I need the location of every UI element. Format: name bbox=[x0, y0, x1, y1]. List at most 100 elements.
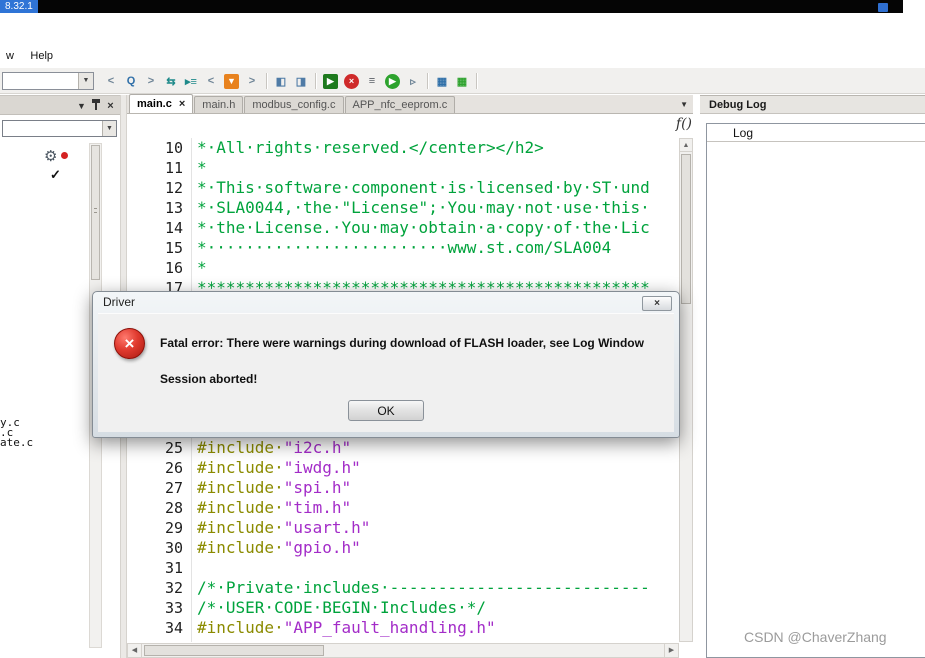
line-number: 10 bbox=[164, 139, 183, 157]
code-token: #include· bbox=[197, 478, 284, 497]
workspace-partial-files: y.c .c ate.c bbox=[0, 418, 86, 448]
code-token: * bbox=[197, 258, 207, 277]
code-line: 28 #include·"tim.h" bbox=[127, 498, 679, 518]
editor-vertical-scrollbar[interactable]: ▲ bbox=[679, 138, 693, 642]
menu-item-partial[interactable]: w bbox=[0, 47, 20, 65]
code-line: 13 *·SLA0044,·the·"License";·You·may·not·… bbox=[127, 198, 679, 218]
chevron-down-icon[interactable]: ▼ bbox=[102, 121, 116, 136]
menu-item-help[interactable]: Help bbox=[24, 47, 59, 65]
tab-label: main.c bbox=[137, 98, 172, 110]
dialog-close-icon[interactable]: × bbox=[642, 296, 672, 311]
tab-list-chevron-icon[interactable]: ▼ bbox=[680, 100, 688, 109]
code-line: 34 #include·"APP_fault_handling.h" bbox=[127, 618, 679, 638]
debug-log-title[interactable]: Debug Log bbox=[700, 95, 925, 114]
next-bookmark-icon[interactable]: > bbox=[243, 72, 261, 90]
board-status-icon[interactable]: ▦ bbox=[453, 72, 471, 90]
ok-button[interactable]: OK bbox=[348, 400, 424, 421]
line-number: 14 bbox=[164, 219, 183, 237]
error-icon: × bbox=[114, 328, 145, 359]
line-number: 16 bbox=[164, 259, 183, 277]
scrollbar-thumb[interactable] bbox=[144, 645, 324, 656]
close-icon[interactable]: × bbox=[104, 99, 117, 112]
scrollbar-thumb[interactable] bbox=[681, 154, 691, 304]
prev-bookmark-icon[interactable]: < bbox=[202, 72, 220, 90]
chevron-down-icon[interactable]: ▼ bbox=[75, 99, 88, 112]
workspace-panel-header: ▼ × bbox=[0, 96, 120, 115]
tab-main.c[interactable]: main.c × bbox=[129, 94, 194, 113]
function-list-icon[interactable]: f() bbox=[676, 116, 692, 132]
editor-tab-strip: main.c × main.h modbus_config.c APP_nfc_eepr… bbox=[127, 94, 693, 114]
code-token: #include· bbox=[197, 518, 284, 537]
bookmark-icon[interactable]: ▼ bbox=[224, 73, 239, 89]
line-number: 31 bbox=[164, 559, 183, 577]
line-number: 34 bbox=[164, 619, 183, 637]
line-number: 33 bbox=[164, 599, 183, 617]
search-icon[interactable]: Q bbox=[122, 72, 140, 90]
code-token: #include· bbox=[197, 538, 284, 557]
toolbar-separator bbox=[266, 73, 267, 89]
workspace-file[interactable]: y.c bbox=[0, 418, 86, 428]
dialog-title: Driver bbox=[103, 295, 135, 309]
dialog-body: × Fatal error: There were warnings durin… bbox=[98, 313, 674, 432]
code-line: 10 *·All·rights·reserved.</center></h2> bbox=[127, 138, 679, 158]
prev-doc-icon[interactable]: ◧ bbox=[272, 72, 290, 90]
line-number: 29 bbox=[164, 519, 183, 537]
line-number: 26 bbox=[164, 459, 183, 477]
debug-log-panel: Debug Log Log bbox=[700, 95, 925, 658]
scrollbar-thumb[interactable] bbox=[91, 145, 100, 280]
download-debug-icon[interactable]: ▶ bbox=[323, 73, 338, 89]
tab-close-icon[interactable]: × bbox=[179, 98, 185, 110]
nav-forward-icon[interactable]: > bbox=[142, 72, 160, 90]
code-line: 29 #include·"usart.h" bbox=[127, 518, 679, 538]
step-icon[interactable]: ▹ bbox=[404, 72, 422, 90]
scroll-left-icon[interactable]: ◀ bbox=[128, 644, 142, 657]
go-icon[interactable]: ▶ bbox=[385, 73, 400, 89]
code-token: * bbox=[197, 158, 207, 177]
check-icon: ✓ bbox=[50, 167, 61, 182]
next-doc-icon[interactable]: ◨ bbox=[292, 72, 310, 90]
code-line: 31 bbox=[127, 558, 679, 578]
editor-horizontal-scrollbar[interactable]: ◀ ▶ bbox=[127, 643, 679, 658]
nav-back-icon[interactable]: < bbox=[102, 72, 120, 90]
workspace-file[interactable]: ate.c bbox=[0, 438, 86, 448]
tab-APP_nfc_eeprom.c[interactable]: APP_nfc_eeprom.c bbox=[344, 96, 456, 113]
line-number: 11 bbox=[164, 159, 183, 177]
toolbar-combobox[interactable]: ▼ bbox=[2, 72, 94, 90]
tab-main.h[interactable]: main.h bbox=[194, 96, 244, 113]
code-line: 12 *·This·software·component·is·licensed·… bbox=[127, 178, 679, 198]
code-line: 32 /*·Private·includes·------------------… bbox=[127, 578, 679, 598]
dialog-message: Fatal error: There were warnings during … bbox=[160, 336, 644, 350]
driver-error-dialog: Driver × × Fatal error: There were warni… bbox=[92, 291, 680, 438]
tab-label: modbus_config.c bbox=[252, 99, 336, 111]
workspace-file[interactable]: .c bbox=[0, 428, 86, 438]
code-line: 25 #include·"i2c.h" bbox=[127, 438, 679, 458]
toolbar-separator bbox=[427, 73, 428, 89]
trace-icon[interactable]: ▸≡ bbox=[182, 72, 200, 90]
code-token: "usart.h" bbox=[283, 518, 371, 537]
code-token: "APP_fault_handling.h" bbox=[283, 618, 496, 637]
board-config-icon[interactable]: ▦ bbox=[433, 72, 451, 90]
pin-icon[interactable] bbox=[89, 98, 102, 112]
stop-debug-icon[interactable]: × bbox=[344, 73, 359, 89]
line-number: 13 bbox=[164, 199, 183, 217]
code-token: *·the·License.·You·may·obtain·a·copy·of·… bbox=[197, 218, 650, 237]
toggle-source-icon[interactable]: ⇆ bbox=[162, 72, 180, 90]
scroll-up-icon[interactable]: ▲ bbox=[680, 139, 692, 152]
tab-modbus_config.c[interactable]: modbus_config.c bbox=[244, 96, 344, 113]
code-token: *·SLA0044,·the·"License";·You·may·not·us… bbox=[197, 198, 650, 217]
scroll-right-icon[interactable]: ▶ bbox=[664, 644, 678, 657]
code-token: *·All·rights·reserved.</center></h2> bbox=[197, 138, 544, 157]
line-number: 28 bbox=[164, 499, 183, 517]
line-number: 15 bbox=[164, 239, 183, 257]
chevron-down-icon[interactable]: ▼ bbox=[78, 73, 93, 89]
watermark: CSDN @ChaverZhang bbox=[744, 629, 887, 645]
code-line: 15 *·························www.st.com/S… bbox=[127, 238, 679, 258]
code-token: "spi.h" bbox=[283, 478, 352, 497]
code-token: *·························www.st.com/SLA… bbox=[197, 238, 612, 257]
workspace-config-dropdown[interactable]: ▼ bbox=[2, 120, 117, 137]
code-token: *·This·software·component·is·licensed·by… bbox=[197, 178, 650, 197]
toolbar-separator bbox=[476, 73, 477, 89]
gear-icon[interactable]: ⚙ bbox=[44, 147, 57, 165]
make-icon[interactable]: ≡ bbox=[363, 72, 381, 90]
line-number: 12 bbox=[164, 179, 183, 197]
